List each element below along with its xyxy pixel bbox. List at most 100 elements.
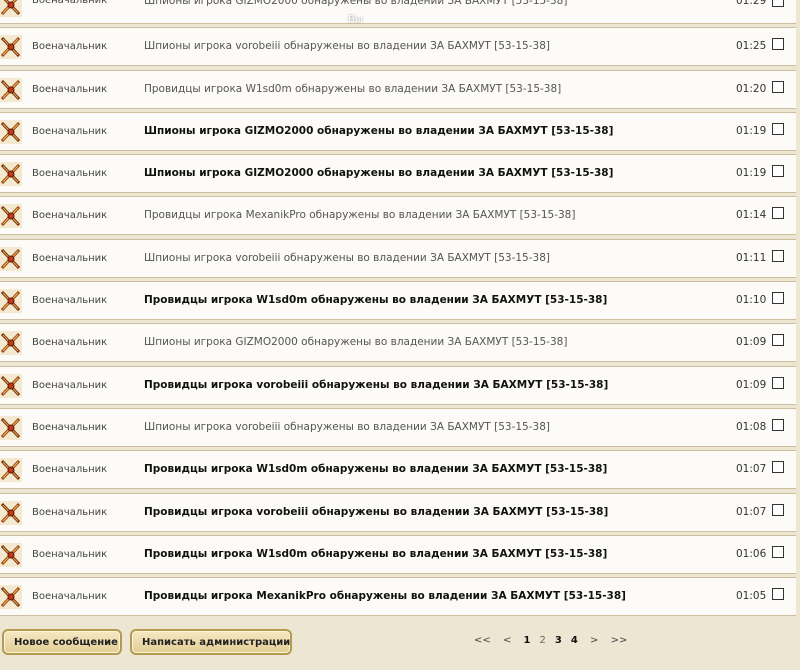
message-subject[interactable]: Провидцы игрока vorobeiii обнаружены во … [144, 379, 608, 391]
message-select-checkbox[interactable] [772, 588, 784, 601]
pager-page-1[interactable]: 1 [524, 635, 531, 646]
crossed-swords-icon [0, 500, 22, 525]
message-sender: Военачальник [32, 0, 108, 6]
message-time: 01:06 [736, 547, 767, 560]
message-subject[interactable]: Провидцы игрока vorobeiii обнаружены во … [144, 506, 608, 518]
message-sender: Военачальник [32, 210, 108, 222]
message-time: 01:29 [736, 0, 767, 7]
pager-page-2[interactable]: 2 [540, 635, 546, 646]
message-row[interactable]: Военачальник Шпионы игрока GIZMO2000 обн… [0, 111, 796, 151]
message-row[interactable]: Военачальник Шпионы игрока GIZMO2000 обн… [0, 323, 796, 363]
message-sender: Военачальник [32, 168, 108, 180]
message-sender: Военачальник [32, 337, 108, 349]
message-time: 01:19 [736, 167, 767, 180]
message-time: 01:14 [736, 209, 767, 222]
crossed-swords-icon [0, 331, 22, 356]
new-message-button[interactable]: Новое сообщение [2, 629, 122, 655]
pager-page-3[interactable]: 3 [555, 635, 562, 646]
write-admin-button[interactable]: Написать администрации [130, 629, 292, 655]
pager-first[interactable]: << [474, 635, 491, 646]
message-subject[interactable]: Шпионы игрока GIZMO2000 обнаружены во вл… [144, 167, 613, 179]
message-time: 01:20 [736, 82, 767, 95]
message-subject[interactable]: Шпионы игрока GIZMO2000 обнаружены во вл… [144, 125, 613, 137]
pager-pages: 1234 [524, 635, 587, 646]
crossed-swords-icon [0, 0, 22, 17]
message-inbox: Военачальник Шпионы игрока GIZMO2000 обн… [0, 0, 800, 670]
message-select-checkbox[interactable] [772, 418, 784, 431]
crossed-swords-icon [0, 458, 22, 483]
message-row[interactable]: Военачальник Шпионы игрока GIZMO2000 обн… [0, 154, 796, 194]
message-sender: Военачальник [32, 379, 108, 391]
message-select-checkbox[interactable] [772, 0, 784, 7]
message-subject[interactable]: Шпионы игрока vorobeiii обнаружены во вл… [144, 421, 550, 433]
message-select-checkbox[interactable] [772, 38, 784, 51]
pager-last[interactable]: >> [611, 635, 628, 646]
message-time: 01:25 [736, 40, 767, 53]
message-select-checkbox[interactable] [772, 122, 784, 135]
message-row[interactable]: Военачальник Провидцы игрока W1sd0m обна… [0, 450, 796, 490]
pager-next[interactable]: > [590, 635, 598, 646]
message-time: 01:07 [736, 463, 767, 476]
message-select-checkbox[interactable] [772, 334, 784, 347]
message-row[interactable]: Военачальник Провидцы игрока W1sd0m обна… [0, 281, 796, 321]
message-sender: Военачальник [32, 83, 108, 95]
message-subject[interactable]: Провидцы игрока MexanikPro обнаружены во… [144, 209, 575, 221]
message-time: 01:19 [736, 124, 767, 137]
message-sender: Военачальник [32, 421, 108, 433]
bottom-bar: Новое сообщение Написать администрации <… [0, 627, 800, 670]
message-sender: Военачальник [32, 41, 108, 53]
message-subject[interactable]: Шпионы игрока GIZMO2000 обнаружены во вл… [144, 0, 567, 7]
message-row[interactable]: Военачальник Провидцы игрока vorobeiii о… [0, 492, 796, 532]
message-sender: Военачальник [32, 464, 108, 476]
message-select-checkbox[interactable] [772, 503, 784, 516]
crossed-swords-icon [0, 289, 22, 314]
message-select-checkbox[interactable] [772, 376, 784, 389]
message-row[interactable]: Военачальник Шпионы игрока vorobeiii обн… [0, 238, 796, 278]
message-subject[interactable]: Провидцы игрока W1sd0m обнаружены во вла… [144, 83, 561, 95]
message-time: 01:05 [736, 590, 767, 603]
message-time: 01:10 [736, 294, 767, 307]
message-sender: Военачальник [32, 591, 108, 603]
crossed-swords-icon [0, 373, 22, 398]
message-select-checkbox[interactable] [772, 292, 784, 305]
message-row[interactable]: Военачальник Провидцы игрока W1sd0m обна… [0, 534, 796, 574]
message-sender: Военачальник [32, 252, 108, 264]
message-time: 01:09 [736, 378, 767, 391]
crossed-swords-icon [0, 585, 22, 610]
message-subject[interactable]: Провидцы игрока W1sd0m обнаружены во вла… [144, 548, 607, 560]
crossed-swords-icon [0, 246, 22, 271]
message-subject[interactable]: Провидцы игрока MexanikPro обнаружены во… [144, 590, 626, 602]
message-sender: Военачальник [32, 125, 108, 137]
message-sender: Военачальник [32, 506, 108, 518]
pager-page-4[interactable]: 4 [571, 635, 578, 646]
message-row[interactable]: Военачальник Шпионы игрока vorobeiii обн… [0, 27, 796, 67]
message-row[interactable]: Военачальник Провидцы игрока MexanikPro … [0, 577, 796, 617]
pager-prev[interactable]: < [503, 635, 511, 646]
message-select-checkbox[interactable] [772, 545, 784, 558]
overlay-label: Вы [348, 14, 363, 25]
message-select-checkbox[interactable] [772, 165, 784, 178]
pagination: << < 1234 > >> [474, 635, 636, 646]
message-select-checkbox[interactable] [772, 207, 784, 220]
message-row[interactable]: Военачальник Провидцы игрока vorobeiii о… [0, 365, 796, 405]
message-subject[interactable]: Шпионы игрока GIZMO2000 обнаружены во вл… [144, 336, 567, 348]
message-subject[interactable]: Провидцы игрока W1sd0m обнаружены во вла… [144, 463, 607, 475]
message-select-checkbox[interactable] [772, 80, 784, 93]
message-row[interactable]: Военачальник Провидцы игрока W1sd0m обна… [0, 69, 796, 109]
message-subject[interactable]: Шпионы игрока vorobeiii обнаружены во вл… [144, 252, 550, 264]
message-select-checkbox[interactable] [772, 249, 784, 262]
message-select-checkbox[interactable] [772, 461, 784, 474]
message-time: 01:11 [736, 251, 767, 264]
crossed-swords-icon [0, 35, 22, 60]
message-time: 01:07 [736, 505, 767, 518]
crossed-swords-icon [0, 542, 22, 567]
message-row[interactable]: Военачальник Шпионы игрока GIZMO2000 обн… [0, 0, 796, 24]
message-subject[interactable]: Шпионы игрока vorobeiii обнаружены во вл… [144, 40, 550, 52]
crossed-swords-icon [0, 415, 22, 440]
message-row[interactable]: Военачальник Провидцы игрока MexanikPro … [0, 196, 796, 236]
message-subject[interactable]: Провидцы игрока W1sd0m обнаружены во вла… [144, 294, 607, 306]
message-sender: Военачальник [32, 548, 108, 560]
message-time: 01:08 [736, 420, 767, 433]
message-row[interactable]: Военачальник Шпионы игрока vorobeiii обн… [0, 407, 796, 447]
message-list: Военачальник Шпионы игрока GIZMO2000 обн… [0, 0, 796, 619]
